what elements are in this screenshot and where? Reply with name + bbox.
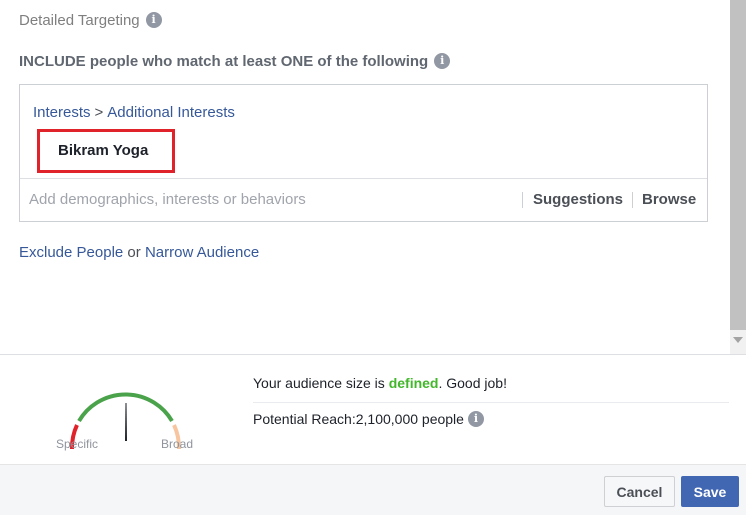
exclude-people-link[interactable]: Exclude People bbox=[19, 244, 123, 261]
exclude-narrow-line: Exclude People or Narrow Audience bbox=[19, 244, 259, 261]
divider bbox=[522, 192, 523, 208]
add-targeting-row: Suggestions Browse bbox=[20, 178, 707, 222]
audience-size-suffix: . Good job! bbox=[438, 375, 507, 391]
include-label: INCLUDE people who match at least ONE of… bbox=[19, 53, 429, 70]
save-button[interactable]: Save bbox=[681, 476, 739, 507]
gauge-specific-label: Specific bbox=[56, 437, 99, 451]
gauge-broad-label: Broad bbox=[161, 437, 194, 451]
selected-interest-highlight: Bikram Yoga bbox=[37, 129, 175, 173]
potential-reach-label: Potential Reach: bbox=[253, 411, 356, 427]
browse-button[interactable]: Browse bbox=[642, 191, 696, 208]
audience-size-prefix: Your audience size is bbox=[253, 375, 385, 391]
suggestions-button[interactable]: Suggestions bbox=[533, 191, 623, 208]
audience-size-status: defined bbox=[388, 375, 439, 391]
include-heading: INCLUDE people who match at least ONE of… bbox=[19, 53, 451, 70]
audience-definition-panel: Specific Broad Your audience size is def… bbox=[0, 354, 746, 464]
breadcrumb-separator: > bbox=[94, 104, 104, 121]
scrollbar[interactable] bbox=[730, 0, 746, 354]
or-text: or bbox=[127, 244, 141, 261]
breadcrumb-interests[interactable]: Interests bbox=[33, 104, 91, 121]
cancel-button[interactable]: Cancel bbox=[604, 476, 675, 507]
targeting-box: Interests > Additional Interests Bikram Yo… bbox=[19, 84, 708, 222]
audience-size-message: Your audience size is defined. Good job! bbox=[253, 375, 507, 391]
potential-reach-value: 2,100,000 people bbox=[355, 411, 464, 427]
breadcrumb: Interests > Additional Interests bbox=[33, 104, 235, 121]
breadcrumb-additional-interests[interactable]: Additional Interests bbox=[107, 104, 235, 121]
scrollbar-thumb[interactable] bbox=[730, 0, 746, 330]
gauge-needle bbox=[125, 403, 127, 441]
dialog-footer: Cancel Save bbox=[0, 464, 746, 515]
info-icon[interactable]: i bbox=[467, 411, 484, 428]
audience-gauge bbox=[69, 392, 182, 450]
narrow-audience-link[interactable]: Narrow Audience bbox=[145, 244, 259, 261]
divider bbox=[253, 402, 729, 403]
detailed-targeting-heading: Detailed Targeting i bbox=[19, 12, 162, 29]
add-targeting-input[interactable] bbox=[29, 191, 509, 208]
scroll-down-arrow-icon[interactable] bbox=[733, 337, 743, 343]
selected-interest-tag[interactable]: Bikram Yoga bbox=[58, 142, 148, 159]
potential-reach: Potential Reach:2,100,000 people i bbox=[253, 411, 484, 428]
info-icon[interactable]: i bbox=[145, 12, 162, 29]
divider bbox=[632, 192, 633, 208]
info-icon[interactable]: i bbox=[434, 53, 451, 70]
detailed-targeting-title: Detailed Targeting bbox=[19, 12, 140, 29]
